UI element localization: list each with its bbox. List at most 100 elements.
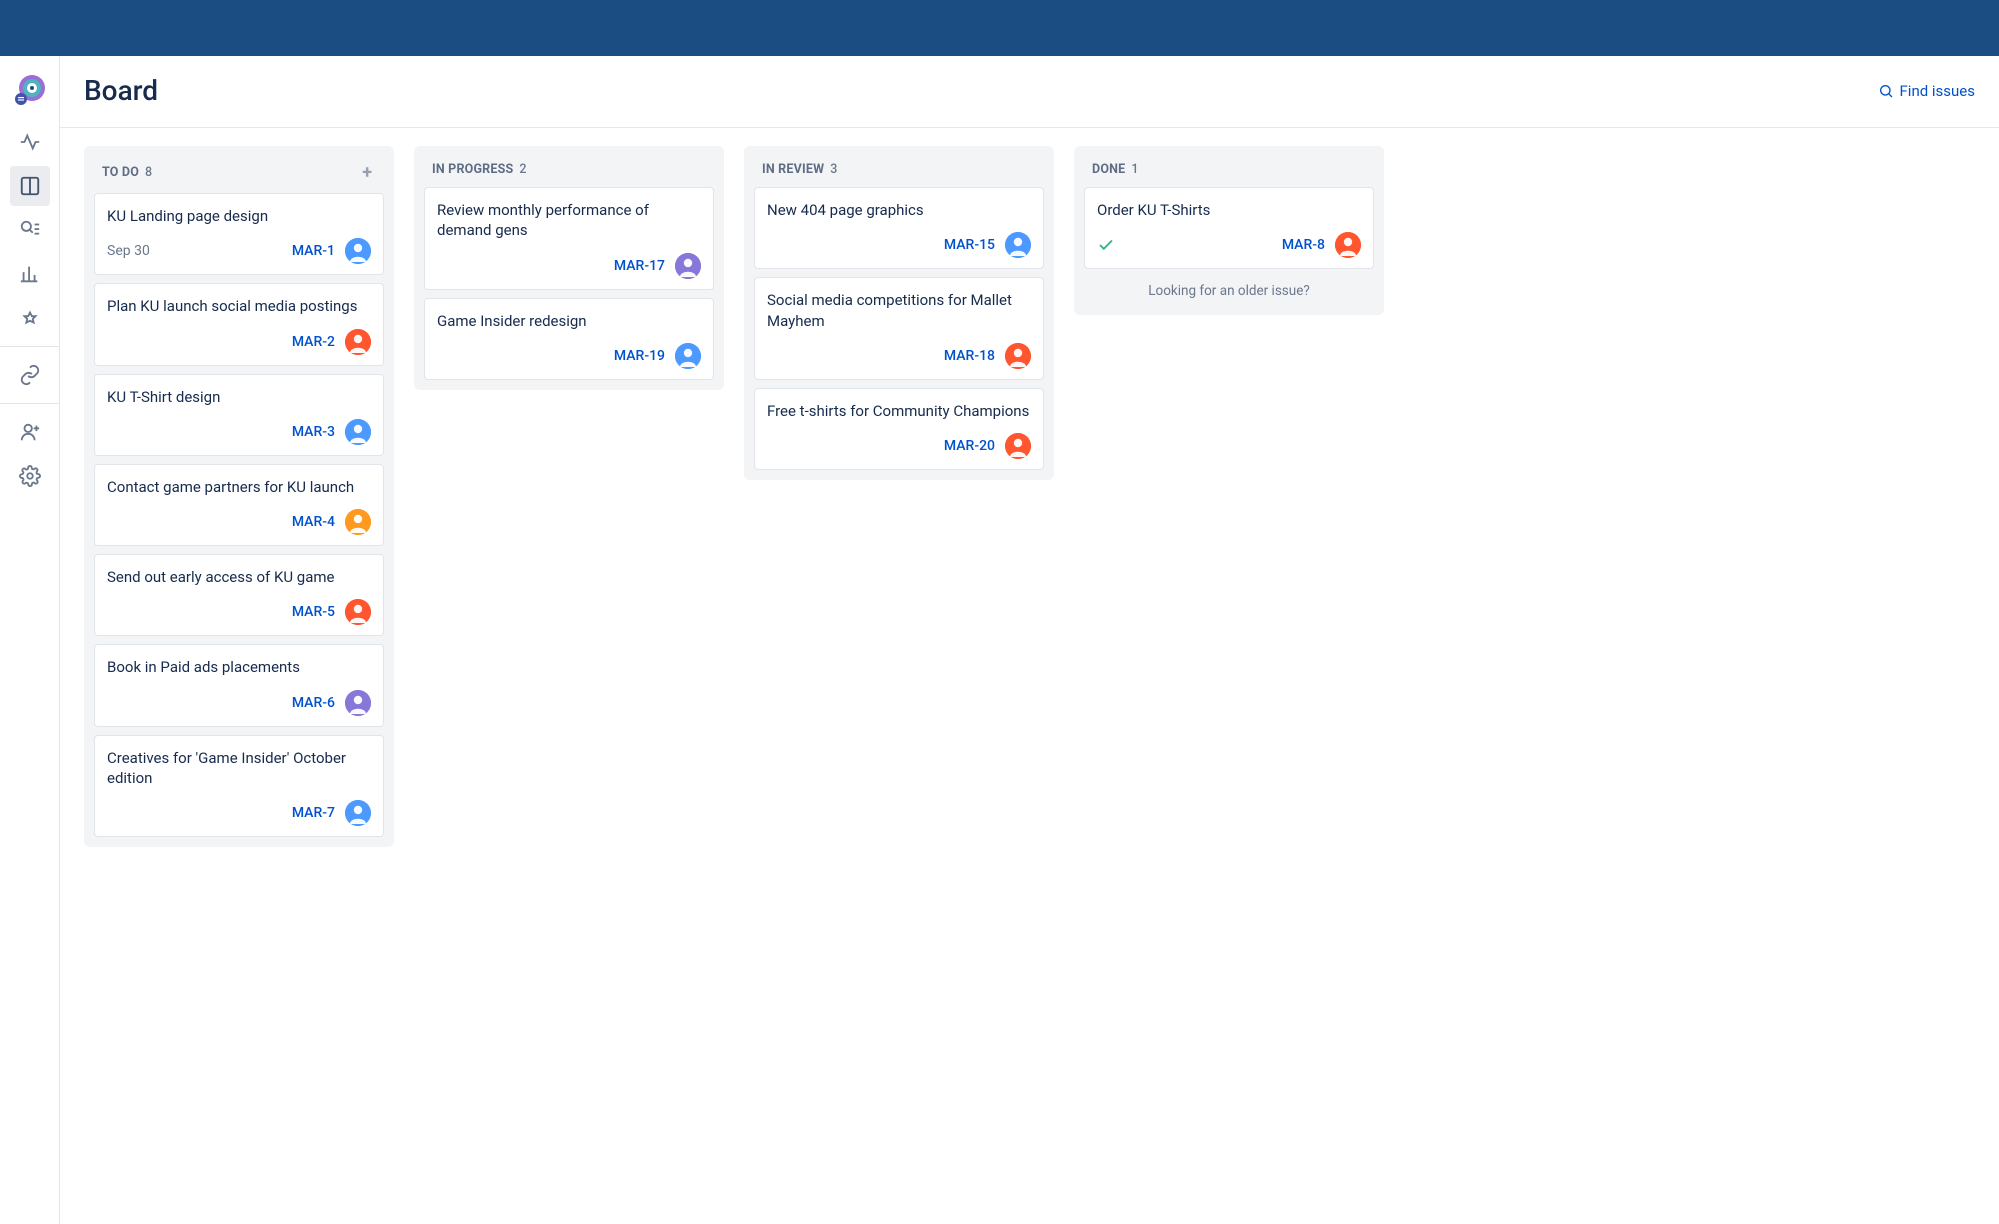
assignee-avatar[interactable] — [345, 419, 371, 445]
card-title: KU Landing page design — [107, 206, 371, 226]
card-meta: MAR-19 — [437, 343, 701, 369]
assignee-avatar[interactable] — [1005, 433, 1031, 459]
card-key[interactable]: MAR-6 — [292, 695, 335, 711]
column-title: IN REVIEW — [762, 162, 824, 177]
add-card-button[interactable]: + — [358, 162, 376, 183]
column-count: 1 — [1131, 162, 1138, 177]
column-header: TO DO8+ — [94, 156, 384, 193]
card-title: Book in Paid ads placements — [107, 657, 371, 677]
card-list: KU Landing page design Sep 30 MAR-1 Plan KU… — [94, 193, 384, 837]
nav-board[interactable] — [10, 166, 50, 206]
card-key[interactable]: MAR-2 — [292, 334, 335, 350]
card-key[interactable]: MAR-17 — [614, 258, 665, 274]
column: IN REVIEW 3 New 404 page graphics MAR-15 Soc… — [744, 146, 1054, 480]
card-key[interactable]: MAR-3 — [292, 424, 335, 440]
card[interactable]: Review monthly performance of demand gen… — [424, 187, 714, 290]
card-meta: MAR-8 — [1097, 232, 1361, 258]
card-title: Order KU T-Shirts — [1097, 200, 1361, 220]
card-key[interactable]: MAR-20 — [944, 438, 995, 454]
column: DONE 1 Order KU T-Shirts MAR-8 Looking for a… — [1074, 146, 1384, 315]
column: TO DO8+ KU Landing page design Sep 30 MAR-1… — [84, 146, 394, 847]
card-meta: MAR-7 — [107, 800, 371, 826]
assignee-avatar[interactable] — [345, 599, 371, 625]
card-key[interactable]: MAR-8 — [1282, 237, 1325, 253]
page-header: Board Find issues — [60, 56, 1999, 128]
card[interactable]: New 404 page graphics MAR-15 — [754, 187, 1044, 269]
card-meta: MAR-2 — [107, 329, 371, 355]
column-footer-link[interactable]: Looking for an older issue? — [1084, 269, 1374, 305]
card-title: Plan KU launch social media postings — [107, 296, 371, 316]
card-title: Free t-shirts for Community Champions — [767, 401, 1031, 421]
nav-search-list[interactable] — [10, 210, 50, 250]
column: IN PROGRESS 2 Review monthly performance o… — [414, 146, 724, 390]
nav-add-user[interactable] — [10, 412, 50, 452]
assignee-avatar[interactable] — [345, 238, 371, 264]
card-title: KU T-Shirt design — [107, 387, 371, 407]
card-title: Review monthly performance of demand gen… — [437, 200, 701, 241]
page-title: Board — [84, 74, 158, 107]
assignee-avatar[interactable] — [675, 343, 701, 369]
card[interactable]: Social media competitions for Mallet May… — [754, 277, 1044, 380]
card-key[interactable]: MAR-4 — [292, 514, 335, 530]
assignee-avatar[interactable] — [345, 800, 371, 826]
column-count: 2 — [519, 162, 526, 177]
nav-link[interactable] — [10, 355, 50, 395]
assignee-avatar[interactable] — [345, 329, 371, 355]
card-key[interactable]: MAR-18 — [944, 348, 995, 364]
project-logo[interactable] — [10, 70, 50, 110]
card[interactable]: KU Landing page design Sep 30 MAR-1 — [94, 193, 384, 275]
card-meta: MAR-15 — [767, 232, 1031, 258]
nav-apps[interactable] — [10, 298, 50, 338]
card-key[interactable]: MAR-1 — [292, 243, 335, 259]
card-title: New 404 page graphics — [767, 200, 1031, 220]
find-issues-link[interactable]: Find issues — [1878, 82, 1976, 100]
assignee-avatar[interactable] — [1005, 232, 1031, 258]
column-title: DONE — [1092, 162, 1125, 177]
sidebar-sep-1 — [0, 346, 59, 347]
sidebar-sep-2 — [0, 403, 59, 404]
column-header: IN REVIEW 3 — [754, 156, 1044, 187]
card-title: Contact game partners for KU launch — [107, 477, 371, 497]
card-meta: MAR-4 — [107, 509, 371, 535]
search-icon — [1878, 83, 1894, 99]
assignee-avatar[interactable] — [675, 253, 701, 279]
card-meta: MAR-5 — [107, 599, 371, 625]
card-meta: MAR-17 — [437, 253, 701, 279]
card[interactable]: Creatives for 'Game Insider' October edi… — [94, 735, 384, 838]
assignee-avatar[interactable] — [345, 690, 371, 716]
card[interactable]: Contact game partners for KU launch MAR-4 — [94, 464, 384, 546]
card[interactable]: Send out early access of KU game MAR-5 — [94, 554, 384, 636]
card-due-date: Sep 30 — [107, 243, 150, 259]
card-list: Review monthly performance of demand gen… — [424, 187, 714, 380]
card-title: Creatives for 'Game Insider' October edi… — [107, 748, 371, 789]
card-meta: MAR-3 — [107, 419, 371, 445]
column-title: TO DO — [102, 165, 139, 180]
column-count: 3 — [830, 162, 837, 177]
nav-reports[interactable] — [10, 254, 50, 294]
card[interactable]: Order KU T-Shirts MAR-8 — [1084, 187, 1374, 269]
card[interactable]: Book in Paid ads placements MAR-6 — [94, 644, 384, 726]
card-title: Game Insider redesign — [437, 311, 701, 331]
board: TO DO8+ KU Landing page design Sep 30 MAR-1… — [60, 128, 1999, 1224]
card-key[interactable]: MAR-5 — [292, 604, 335, 620]
column-title: IN PROGRESS — [432, 162, 513, 177]
card-meta: MAR-20 — [767, 433, 1031, 459]
card-title: Send out early access of KU game — [107, 567, 371, 587]
assignee-avatar[interactable] — [1005, 343, 1031, 369]
assignee-avatar[interactable] — [345, 509, 371, 535]
card[interactable]: Free t-shirts for Community Champions MAR… — [754, 388, 1044, 470]
card-meta: MAR-18 — [767, 343, 1031, 369]
assignee-avatar[interactable] — [1335, 232, 1361, 258]
card[interactable]: Plan KU launch social media postings MAR-… — [94, 283, 384, 365]
card[interactable]: KU T-Shirt design MAR-3 — [94, 374, 384, 456]
nav-settings[interactable] — [10, 456, 50, 496]
check-icon — [1097, 236, 1115, 254]
card[interactable]: Game Insider redesign MAR-19 — [424, 298, 714, 380]
card-key[interactable]: MAR-7 — [292, 805, 335, 821]
card-key[interactable]: MAR-15 — [944, 237, 995, 253]
nav-activity[interactable] — [10, 122, 50, 162]
card-key[interactable]: MAR-19 — [614, 348, 665, 364]
card-title: Social media competitions for Mallet May… — [767, 290, 1031, 331]
topbar — [0, 0, 1999, 56]
find-issues-label: Find issues — [1900, 82, 1976, 100]
